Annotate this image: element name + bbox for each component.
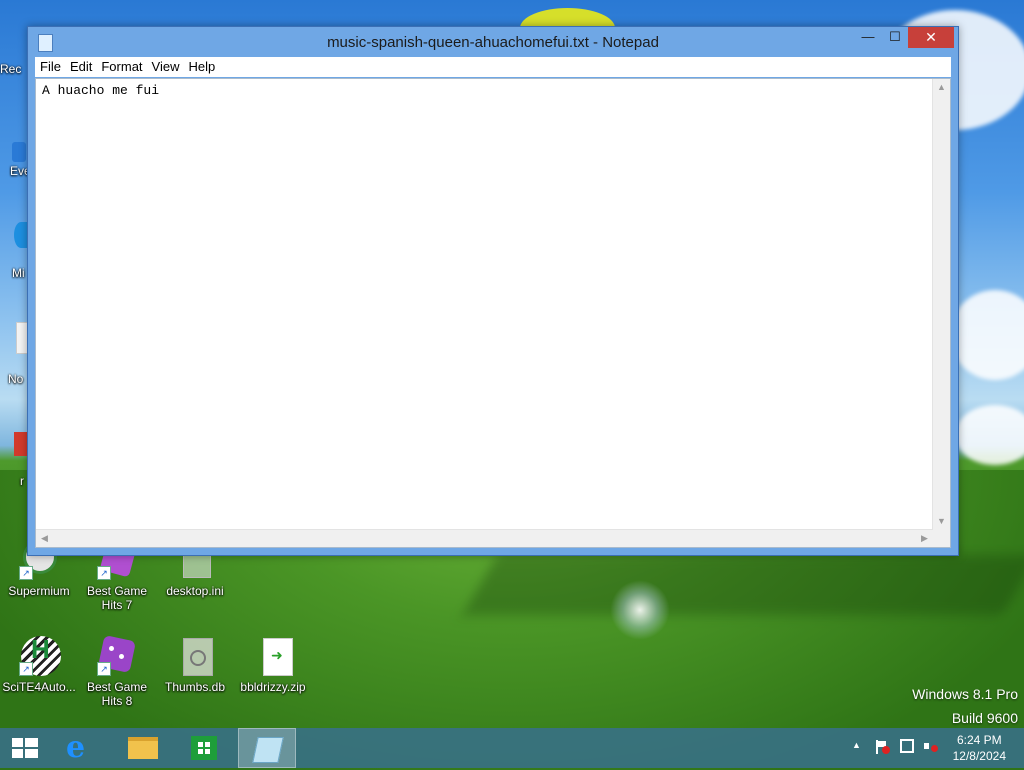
cloud <box>955 405 1024 465</box>
menu-edit[interactable]: Edit <box>65 57 96 77</box>
desktop-icon-thumbs-db[interactable]: Thumbs.db <box>157 636 233 694</box>
dice-icon: ↗ <box>95 635 139 676</box>
taskbar-file-explorer[interactable] <box>114 728 172 768</box>
maximize-button[interactable]: ☐ <box>881 27 909 48</box>
network-icon[interactable] <box>900 739 914 753</box>
document-text[interactable]: A huacho me fui <box>42 83 159 98</box>
file-explorer-icon <box>128 737 158 759</box>
desktop-icon-label: Best Game Hits 7 <box>86 584 148 612</box>
partial-icon-label[interactable]: Rec <box>0 62 30 76</box>
desktop-icon-label: desktop.ini <box>166 584 224 598</box>
scroll-right-arrow-icon[interactable]: ▶ <box>916 530 933 547</box>
menu-format[interactable]: Format <box>96 57 146 77</box>
windows-build-watermark: Build 9600 <box>951 710 1018 726</box>
internet-explorer-icon: e <box>66 730 86 765</box>
notepad-window[interactable]: music-spanish-queen-ahuachomefui.txt - N… <box>27 26 959 556</box>
window-title: music-spanish-queen-ahuachomefui.txt - N… <box>327 34 659 51</box>
store-icon <box>191 736 217 760</box>
size-grip[interactable] <box>933 530 950 547</box>
desktop-icon-label: Supermium <box>8 584 70 598</box>
taskbar-store[interactable] <box>176 728 234 768</box>
start-icon <box>12 738 38 758</box>
database-file-icon <box>173 636 217 676</box>
scroll-down-arrow-icon[interactable]: ▼ <box>933 513 950 530</box>
title-bar[interactable]: music-spanish-queen-ahuachomefui.txt - N… <box>28 27 958 57</box>
desktop-icon-label: bbldrizzy.zip <box>240 680 306 694</box>
action-center-flag-icon[interactable] <box>876 740 890 754</box>
desktop-icon-label: SciTE4Auto... <box>2 680 76 694</box>
windows-edition-watermark: Windows 8.1 Pro <box>912 686 1018 702</box>
zip-file-icon: ➜ <box>251 636 295 676</box>
desktop-icon-label: Thumbs.db <box>164 680 226 694</box>
lens-flare <box>610 580 670 640</box>
menu-bar: File Edit Format View Help <box>35 57 951 77</box>
desktop-icon-bbldrizzy-zip[interactable]: ➜ bbldrizzy.zip <box>235 636 311 694</box>
cloud <box>950 290 1024 380</box>
desktop-icon-label: Best Game Hits 8 <box>86 680 148 708</box>
partial-icon[interactable] <box>14 432 28 456</box>
taskbar-notepad[interactable] <box>238 728 296 768</box>
menu-file[interactable]: File <box>35 57 65 77</box>
text-editor-area[interactable]: A huacho me fui ▲ ▼ ◀ ▶ <box>35 78 951 548</box>
taskbar: e ▲ 6:24 PM 12/8/2024 <box>0 728 1024 768</box>
scroll-left-arrow-icon[interactable]: ◀ <box>36 530 53 547</box>
scroll-up-arrow-icon[interactable]: ▲ <box>933 79 950 96</box>
scite-icon: H ↗ <box>17 636 61 676</box>
start-button[interactable] <box>0 728 48 768</box>
minimize-button[interactable]: — <box>854 27 882 48</box>
clock-time: 6:24 PM <box>956 733 1002 747</box>
close-button[interactable]: ✕ <box>908 27 954 48</box>
horizontal-scrollbar[interactable]: ◀ ▶ <box>36 529 933 547</box>
partial-icon[interactable] <box>14 222 28 248</box>
taskbar-internet-explorer[interactable]: e <box>52 728 110 768</box>
volume-muted-icon[interactable] <box>924 739 938 755</box>
clock-date: 12/8/2024 <box>952 749 1006 763</box>
hill-shadow <box>462 555 1024 615</box>
vertical-scrollbar[interactable]: ▲ ▼ <box>932 79 950 530</box>
menu-help[interactable]: Help <box>183 57 219 77</box>
desktop-icon-best-game-hits-8[interactable]: ↗ Best Game Hits 8 <box>79 635 155 708</box>
desktop-icon-scite[interactable]: H ↗ SciTE4Auto... <box>1 636 77 694</box>
taskbar-clock[interactable]: 6:24 PM 12/8/2024 <box>953 732 1006 764</box>
menu-view[interactable]: View <box>147 57 184 77</box>
notepad-icon <box>252 737 284 763</box>
partial-icon[interactable] <box>12 142 26 162</box>
show-hidden-icons-chevron-icon[interactable]: ▲ <box>852 740 861 750</box>
